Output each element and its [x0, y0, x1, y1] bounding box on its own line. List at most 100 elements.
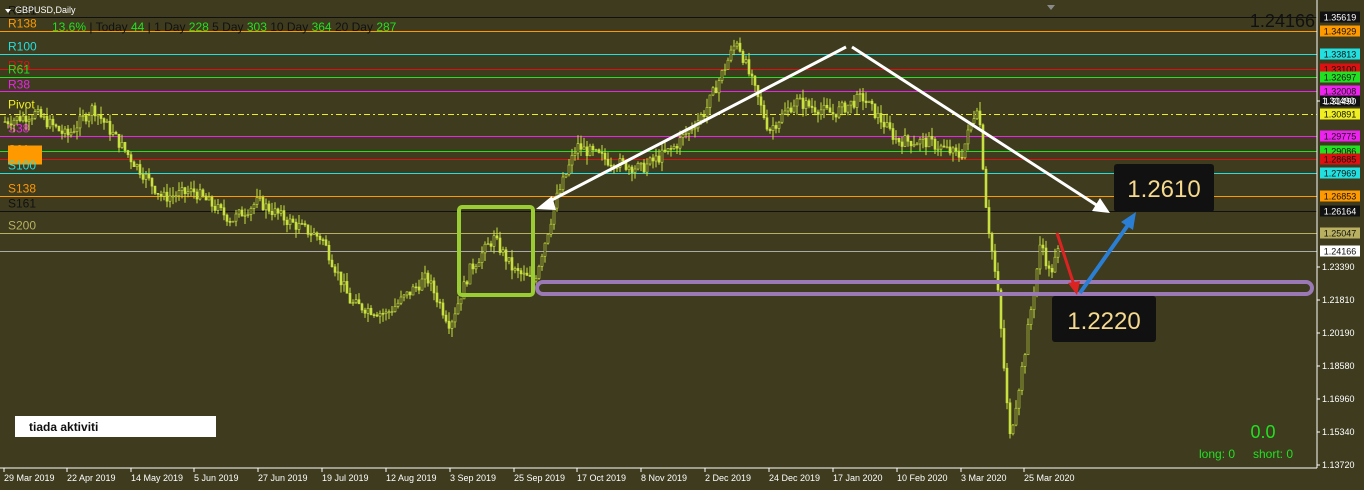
candle-body [3, 121, 7, 123]
candle-body [459, 298, 463, 305]
candle-body [156, 192, 160, 195]
candle-body [993, 250, 997, 272]
stats-segment: | Today [86, 20, 131, 34]
stats-segment: 5 Day [209, 20, 247, 34]
x-tick-label: 12 Aug 2019 [386, 473, 437, 483]
candle-body [921, 137, 925, 140]
stats-segment: | 1 Day [144, 20, 188, 34]
candle-body [741, 51, 745, 63]
candle-body [318, 235, 322, 240]
candle-body [711, 87, 715, 96]
candle-body [663, 149, 667, 152]
candle-body [534, 278, 538, 282]
candle-body [639, 162, 643, 165]
candle-body [171, 195, 175, 198]
candle-body [309, 234, 313, 236]
price-badge-text: 1.26164 [1324, 207, 1357, 217]
candle-body [1017, 390, 1021, 409]
y-tick-label: 1.15340 [1322, 427, 1355, 437]
candle-body [894, 138, 898, 140]
level-label: R100 [8, 40, 37, 54]
candle-body [435, 292, 439, 303]
candle-body [795, 98, 799, 107]
x-tick-label: 27 Jun 2019 [258, 473, 308, 483]
candle-body [102, 118, 106, 123]
candle-body [537, 266, 541, 279]
candle-body [840, 102, 844, 108]
stats-line: 13.6% | Today 44 | 1 Day 228 5 Day 303 1… [52, 20, 397, 34]
support-price-label: 1.2220 [1067, 308, 1140, 335]
candle-body [963, 143, 967, 159]
candle-body [150, 177, 154, 187]
candle-body [84, 115, 88, 122]
candle-body [765, 117, 769, 130]
candle-body [1002, 328, 1006, 369]
candle-body [897, 138, 901, 143]
candle-body [792, 105, 796, 113]
candle-body [807, 100, 811, 107]
candle-body [198, 189, 202, 200]
candle-body [1056, 248, 1060, 258]
candle-body [306, 224, 310, 235]
stats-segment: 20 Day [332, 20, 377, 34]
x-tick-label: 17 Jan 2020 [833, 473, 883, 483]
candle-body [351, 302, 355, 304]
price-chart: R161 1.35619R1381.34929R1001.33813R78 1.33… [0, 0, 1364, 490]
candle-body [327, 244, 331, 261]
candle-body [420, 278, 424, 291]
symbol-label: GBPUSD,Daily [15, 5, 76, 15]
candle-body [1023, 354, 1027, 367]
candle-body [576, 143, 580, 154]
price-badge-text: 1.28685 [1324, 155, 1357, 165]
candle-body [498, 237, 502, 253]
stats-segment: 228 [189, 20, 209, 34]
candle-body [525, 272, 529, 276]
candle-body [867, 100, 871, 103]
candle-body [834, 113, 838, 118]
candle-body [138, 164, 142, 175]
candle-body [276, 208, 280, 214]
candle-body [552, 207, 556, 225]
candle-body [597, 149, 601, 153]
candle-body [570, 155, 574, 166]
x-tick-label: 3 Sep 2019 [450, 473, 496, 483]
candle-body [888, 122, 892, 129]
x-tick-label: 5 Jun 2019 [194, 473, 239, 483]
candle-body [354, 299, 358, 303]
candle-body [345, 281, 349, 294]
level-label: Pivot [8, 98, 35, 112]
candle-body [423, 272, 427, 280]
candle-body [147, 173, 151, 179]
candle-body [747, 59, 751, 75]
candle-body [174, 195, 178, 198]
candle-body [603, 152, 607, 160]
candle-body [384, 311, 388, 314]
candle-body [849, 100, 853, 106]
candle-body [393, 306, 397, 312]
candle-body [987, 207, 991, 234]
candle-body [30, 117, 34, 121]
candle-body [213, 205, 217, 211]
candle-body [465, 281, 469, 285]
candle-body [216, 204, 220, 211]
status-note-text: tiada aktiviti [29, 420, 98, 434]
candle-body [201, 189, 205, 197]
candle-body [945, 146, 949, 149]
candle-body [429, 280, 433, 284]
candle-body [54, 124, 58, 127]
candle-body [1038, 244, 1042, 270]
candle-body [93, 105, 97, 117]
candle-body [939, 145, 943, 150]
candle-body [492, 235, 496, 247]
candle-body [942, 145, 946, 148]
candle-body [468, 263, 472, 285]
candle-body [15, 116, 19, 121]
y-tick-label: 1.20190 [1322, 328, 1355, 338]
candle-body [348, 292, 352, 304]
candle-body [906, 135, 910, 142]
candle-body [948, 146, 952, 154]
price-badge-text: 1.26853 [1324, 192, 1357, 202]
candle-body [690, 128, 694, 131]
candle-body [810, 105, 814, 108]
candle-body [780, 113, 784, 123]
